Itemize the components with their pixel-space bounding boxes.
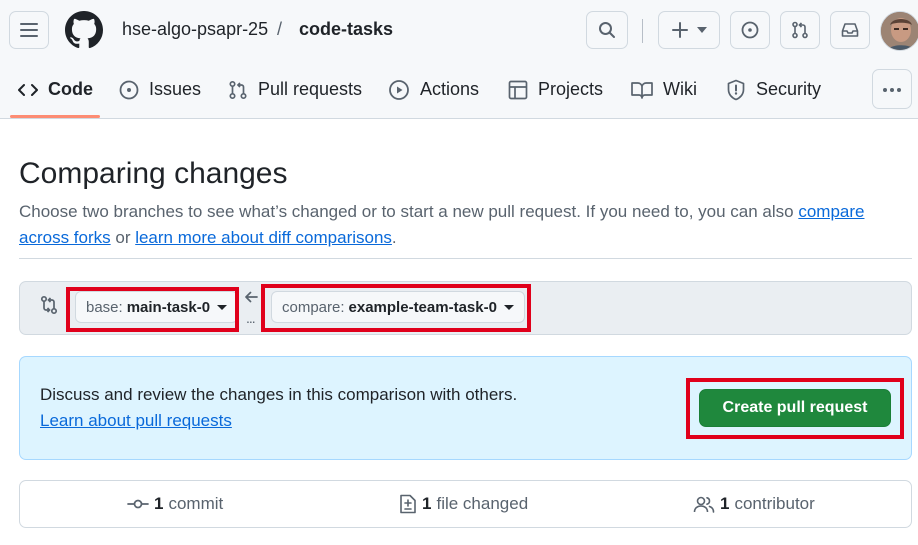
tab-pull-requests[interactable]: Pull requests <box>228 60 362 119</box>
issue-opened-icon <box>119 80 139 100</box>
tab-security-label: Security <box>756 79 822 99</box>
people-icon <box>693 495 715 513</box>
menu-button[interactable] <box>9 11 49 49</box>
learn-diff-comparisons-link[interactable]: learn more about diff comparisons <box>135 228 392 247</box>
shield-icon <box>726 79 746 101</box>
repo-owner-link[interactable]: hse-algo-psapr-25 <box>122 19 268 40</box>
page-description: Choose two branches to see what’s change… <box>19 199 899 251</box>
range-dots: ... <box>246 310 256 326</box>
tab-actions-label: Actions <box>420 79 480 99</box>
pr-discuss-text: Discuss and review the changes in this c… <box>40 385 518 404</box>
your-pull-requests-button[interactable] <box>780 11 820 49</box>
tab-projects[interactable]: Projects <box>508 60 603 119</box>
learn-about-pull-requests-link[interactable]: Learn about pull requests <box>40 411 232 431</box>
highlight-box-compare <box>261 284 531 332</box>
highlight-box-base <box>66 287 239 332</box>
create-new-button[interactable] <box>658 11 720 49</box>
your-issues-button[interactable] <box>730 11 770 49</box>
description-text: Choose two branches to see what’s change… <box>19 202 799 221</box>
tab-security[interactable]: Security <box>726 60 821 119</box>
inbox-icon <box>841 22 859 38</box>
kebab-horizontal-icon <box>882 80 902 98</box>
heading-divider <box>19 258 912 259</box>
repo-name-link[interactable]: code-tasks <box>299 19 393 40</box>
github-logo[interactable] <box>65 11 103 49</box>
tab-projects-label: Projects <box>538 79 604 99</box>
files-count: 1 <box>422 494 432 513</box>
page-title: Comparing changes <box>19 157 288 190</box>
tab-code-label: Code <box>48 79 93 99</box>
contributors-count: 1 <box>720 494 730 513</box>
search-icon <box>598 21 616 39</box>
table-icon <box>508 80 528 100</box>
pull-request-icon <box>791 21 809 39</box>
header-divider <box>642 19 643 43</box>
global-header: hse-algo-psapr-25 / code-tasks <box>0 0 918 60</box>
tab-issues-label: Issues <box>149 79 202 99</box>
create-pull-request-button[interactable]: Create pull request <box>699 389 891 427</box>
git-compare-icon <box>39 295 59 320</box>
git-commit-icon <box>127 498 149 510</box>
notifications-button[interactable] <box>830 11 870 49</box>
issue-circle-icon <box>741 21 759 39</box>
triangle-down-icon <box>697 27 707 33</box>
user-avatar[interactable] <box>880 11 918 51</box>
hamburger-menu-icon <box>20 22 38 38</box>
description-connector: or <box>110 228 136 247</box>
files-label: file changed <box>436 494 529 513</box>
code-icon <box>18 82 38 98</box>
book-icon <box>631 81 653 99</box>
tab-code[interactable]: Code <box>18 60 93 119</box>
tab-pull-requests-label: Pull requests <box>258 79 363 99</box>
arrow-left-icon <box>244 290 258 309</box>
tab-wiki-label: Wiki <box>663 79 697 99</box>
selected-tab-indicator <box>10 115 100 118</box>
tab-actions[interactable]: Actions <box>388 60 479 119</box>
contributors-stat[interactable]: 1 contributor <box>693 480 815 528</box>
more-tabs-button[interactable] <box>872 69 912 109</box>
repository-nav: Code Issues Pull requests Actions Projec… <box>0 60 918 119</box>
play-icon <box>388 79 410 101</box>
tab-issues[interactable]: Issues <box>119 60 201 119</box>
commits-label: commit <box>168 494 224 513</box>
description-period: . <box>391 228 397 247</box>
tab-wiki[interactable]: Wiki <box>631 60 697 119</box>
path-separator: / <box>277 19 283 39</box>
files-changed-stat[interactable]: 1 file changed <box>399 480 528 528</box>
git-pull-request-icon <box>228 80 248 100</box>
contributors-label: contributor <box>734 494 815 513</box>
file-diff-icon <box>399 494 417 514</box>
commits-stat[interactable]: 1 commit <box>127 480 223 528</box>
commits-count: 1 <box>154 494 164 513</box>
plus-icon <box>671 21 689 39</box>
search-button[interactable] <box>586 11 628 49</box>
